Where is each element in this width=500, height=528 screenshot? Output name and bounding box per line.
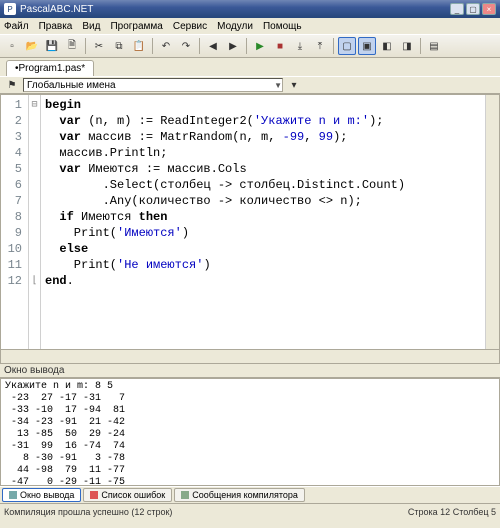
- menu-view[interactable]: Вид: [82, 21, 100, 32]
- horizontal-scrollbar[interactable]: [0, 350, 500, 364]
- app-icon: P: [4, 3, 16, 15]
- menu-help[interactable]: Помощь: [263, 21, 302, 32]
- step-over-button[interactable]: ⤒: [311, 37, 329, 55]
- compiler-tab-icon: [181, 491, 189, 499]
- copy-button[interactable]: ⧉: [110, 37, 128, 55]
- names-dropdown[interactable]: Глобальные имена ▼: [23, 78, 283, 92]
- undo-button[interactable]: ↶: [157, 37, 175, 55]
- names-dropdown-label: Глобальные имена: [27, 80, 116, 91]
- tab-errors-label: Список ошибок: [101, 490, 165, 500]
- file-tab[interactable]: •Program1.pas*: [6, 60, 94, 76]
- paste-button[interactable]: 📋: [130, 37, 148, 55]
- status-left: Компиляция прошла успешно (12 строк): [4, 507, 172, 517]
- tab-output-label: Окно вывода: [20, 490, 74, 500]
- code-editor[interactable]: 123456789101112 ⊟ ⌊ begin var (n, m) := …: [0, 94, 500, 350]
- names-toolbar: ⚑ Глобальные имена ▼ ▾: [0, 76, 500, 94]
- stop-button[interactable]: ■: [271, 37, 289, 55]
- file-tab-label: •Program1.pas*: [15, 63, 85, 74]
- new-button[interactable]: ▫: [3, 37, 21, 55]
- layout-3-button[interactable]: ◧: [378, 37, 396, 55]
- names-extra-button[interactable]: ▾: [285, 76, 303, 94]
- status-right: Строка 12 Столбец 5: [408, 507, 496, 517]
- names-icon[interactable]: ⚑: [3, 76, 21, 94]
- output-title: Окно вывода: [0, 364, 500, 378]
- layout-2-button[interactable]: ▣: [358, 37, 376, 55]
- toolbar-sep: [85, 38, 86, 54]
- output-tab-icon: [9, 491, 17, 499]
- vertical-scrollbar[interactable]: [485, 95, 499, 349]
- save-button[interactable]: 💾: [43, 37, 61, 55]
- toolbar-sep: [420, 38, 421, 54]
- run-button[interactable]: ▶: [251, 37, 269, 55]
- line-gutter: 123456789101112: [1, 95, 29, 349]
- menu-service[interactable]: Сервис: [173, 21, 207, 32]
- tab-errors[interactable]: Список ошибок: [83, 488, 172, 502]
- minimize-button[interactable]: _: [450, 3, 464, 15]
- panel-button[interactable]: ▤: [425, 37, 443, 55]
- tabbar: •Program1.pas*: [0, 58, 500, 76]
- toolbar-sep: [333, 38, 334, 54]
- statusbar: Компиляция прошла успешно (12 строк) Стр…: [0, 503, 500, 519]
- step-into-button[interactable]: ⤓: [291, 37, 309, 55]
- window-title: PascalABC.NET: [20, 4, 450, 15]
- tab-output[interactable]: Окно вывода: [2, 488, 81, 502]
- menubar: Файл Правка Вид Программа Сервис Модули …: [0, 18, 500, 34]
- layout-1-button[interactable]: ▢: [338, 37, 356, 55]
- redo-button[interactable]: ↷: [177, 37, 195, 55]
- code-area[interactable]: begin var (n, m) := ReadInteger2('Укажит…: [41, 95, 485, 349]
- menu-modules[interactable]: Модули: [217, 21, 253, 32]
- toolbar-sep: [199, 38, 200, 54]
- tab-compiler[interactable]: Сообщения компилятора: [174, 488, 305, 502]
- chevron-down-icon: ▼: [274, 81, 282, 90]
- bottom-tabbar: Окно вывода Список ошибок Сообщения комп…: [0, 486, 500, 503]
- fold-gutter[interactable]: ⊟ ⌊: [29, 95, 41, 349]
- open-button[interactable]: 📂: [23, 37, 41, 55]
- nav-back-button[interactable]: ◀: [204, 37, 222, 55]
- saveall-button[interactable]: 🗎: [63, 37, 81, 55]
- menu-file[interactable]: Файл: [4, 21, 29, 32]
- window-buttons: _ ▢ ×: [450, 3, 496, 15]
- menu-program[interactable]: Программа: [110, 21, 162, 32]
- toolbar-sep: [246, 38, 247, 54]
- cut-button[interactable]: ✂: [90, 37, 108, 55]
- toolbar: ▫ 📂 💾 🗎 ✂ ⧉ 📋 ↶ ↷ ◀ ▶ ▶ ■ ⤓ ⤒ ▢ ▣ ◧ ◨ ▤: [0, 34, 500, 58]
- tab-compiler-label: Сообщения компилятора: [192, 490, 298, 500]
- menu-edit[interactable]: Правка: [39, 21, 73, 32]
- close-button[interactable]: ×: [482, 3, 496, 15]
- errors-tab-icon: [90, 491, 98, 499]
- maximize-button[interactable]: ▢: [466, 3, 480, 15]
- nav-fwd-button[interactable]: ▶: [224, 37, 242, 55]
- toolbar-sep: [152, 38, 153, 54]
- layout-4-button[interactable]: ◨: [398, 37, 416, 55]
- titlebar: P PascalABC.NET _ ▢ ×: [0, 0, 500, 18]
- output-body[interactable]: Укажите n и m: 8 5 -23 27 -17 -31 7 -33 …: [0, 378, 500, 486]
